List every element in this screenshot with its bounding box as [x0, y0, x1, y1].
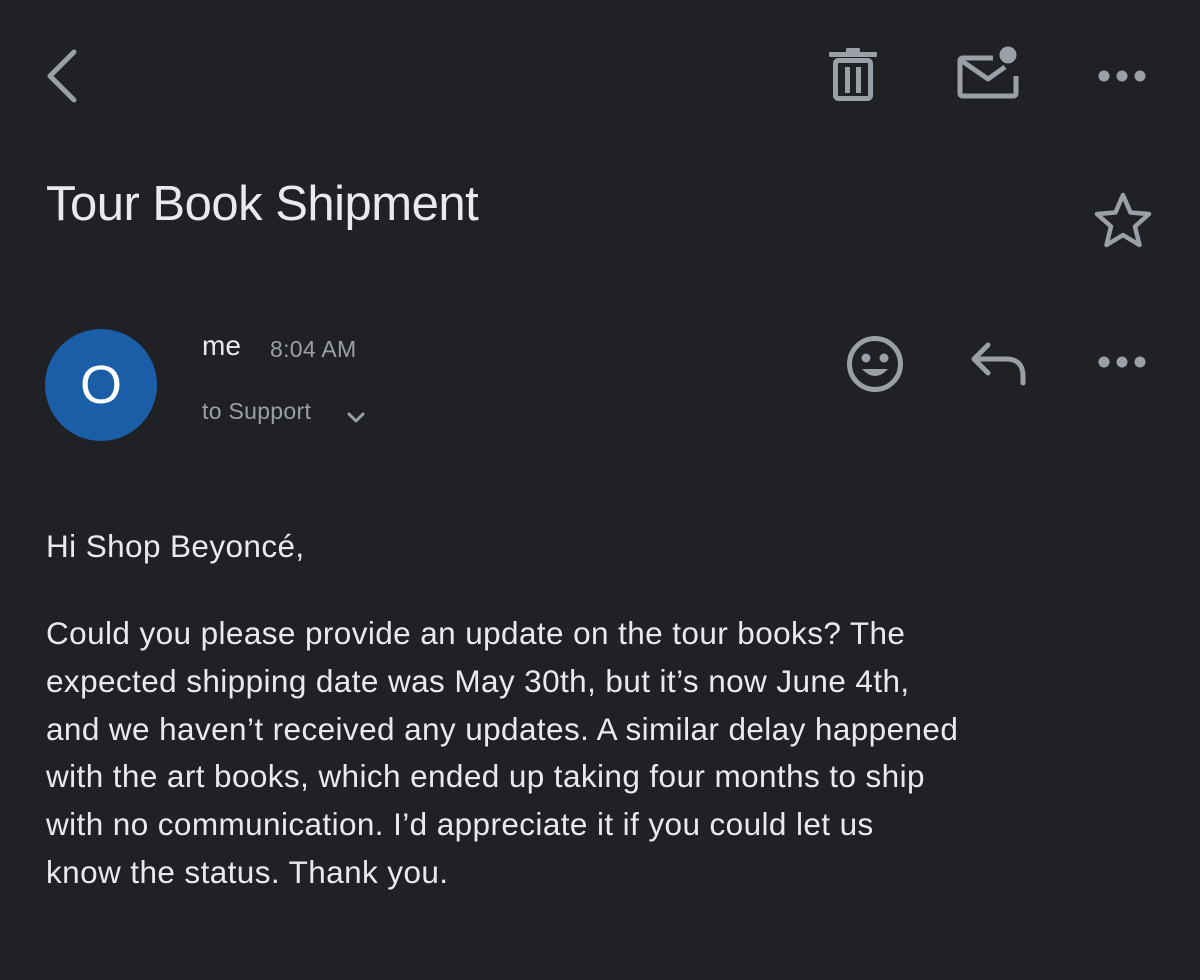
trash-icon — [829, 48, 877, 101]
add-reaction-button[interactable] — [844, 333, 906, 395]
body-line: expected shipping date was May 30th, but… — [46, 662, 910, 699]
sent-time: 8:04 AM — [270, 336, 357, 362]
reply-button[interactable] — [968, 337, 1030, 389]
body-line: Could you please provide an update on th… — [46, 615, 906, 651]
email-greeting: Hi Shop Beyoncé, — [46, 528, 305, 564]
recipients-expand[interactable] — [344, 408, 368, 428]
recipients-toggle[interactable]: to Support — [202, 398, 311, 425]
more-horizontal-icon — [1098, 356, 1146, 368]
body-line: and we haven’t received any updates. A s… — [46, 710, 959, 747]
email-body: Could you please provide an update on th… — [46, 610, 1176, 897]
delete-button[interactable] — [826, 48, 880, 104]
chevron-down-icon — [347, 412, 365, 423]
mark-unread-button[interactable] — [955, 46, 1021, 102]
star-outline-icon — [1094, 192, 1152, 248]
body-line: with no communication. I’d appreciate it… — [46, 806, 874, 843]
emoji-reaction-icon — [847, 336, 903, 392]
mail-unread-icon — [957, 46, 1019, 99]
back-button[interactable] — [40, 46, 84, 106]
more-options-button[interactable] — [1094, 56, 1152, 96]
body-line: know the status. Thank you. — [46, 853, 449, 890]
chevron-left-icon — [47, 49, 77, 103]
star-button[interactable] — [1092, 190, 1154, 250]
more-horizontal-icon — [1098, 70, 1146, 82]
reply-icon — [971, 342, 1026, 386]
avatar[interactable]: O — [45, 329, 157, 441]
body-line: with the art books, which ended up takin… — [46, 758, 925, 795]
avatar-letter: O — [79, 355, 122, 415]
sender-name: me — [202, 330, 241, 361]
email-subject: Tour Book Shipment — [46, 177, 479, 231]
message-more-button[interactable] — [1094, 342, 1152, 382]
